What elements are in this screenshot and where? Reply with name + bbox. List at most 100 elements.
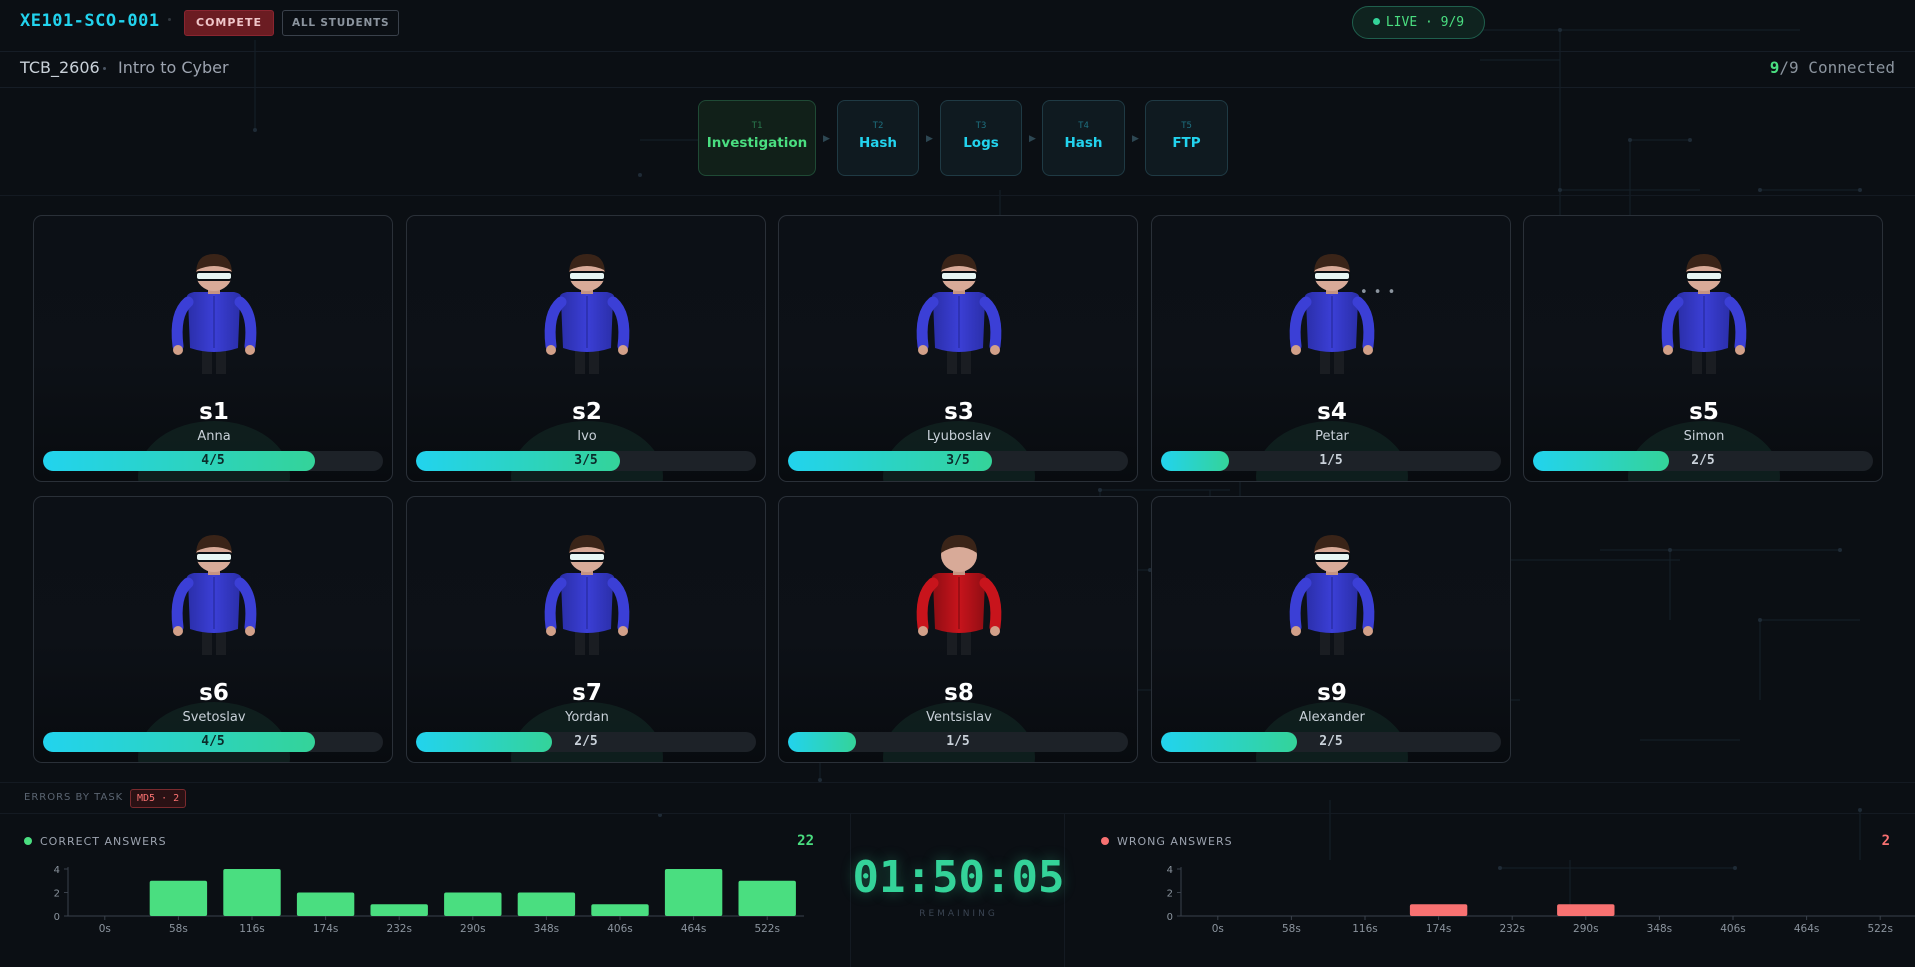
x-tick-label: 348s	[534, 923, 560, 935]
task-name: Investigation	[706, 135, 808, 151]
x-tick-label: 0s	[1212, 923, 1224, 935]
x-tick-label: 406s	[607, 923, 633, 935]
bar-406s	[591, 904, 649, 916]
progress-bar: 4/5	[43, 451, 383, 471]
x-tick-label: 348s	[1647, 923, 1673, 935]
x-tick-label: 522s	[1867, 923, 1893, 935]
progress-bar: 1/5	[788, 732, 1128, 752]
x-tick-label: 232s	[386, 923, 412, 935]
task-id: T3	[975, 121, 987, 131]
x-tick-label: 464s	[681, 923, 707, 935]
y-tick-label: 0	[54, 912, 60, 923]
task-id: T2	[872, 121, 884, 131]
student-id: s8	[944, 680, 974, 706]
student-id: s7	[572, 680, 602, 706]
x-tick-label: 174s	[1426, 923, 1452, 935]
correct-answers-panel: CORRECT ANSWERS 22 0 2 4 0s 58s 116s 174s 232s 2…	[0, 814, 850, 967]
task-t2[interactable]: T2 Hash	[837, 100, 919, 176]
bar-116s	[223, 869, 281, 916]
errors-by-task-row: ERRORS BY TASK MD5 · 2	[0, 782, 1915, 814]
x-tick-label: 290s	[1573, 923, 1599, 935]
live-dot-icon	[1372, 18, 1380, 25]
task-id: T5	[1181, 121, 1192, 131]
student-avatar	[171, 535, 257, 655]
task-t3[interactable]: T3 Logs	[940, 100, 1022, 176]
task-name: Logs	[963, 135, 999, 151]
task-id: T1	[751, 121, 763, 131]
separator-dot	[168, 18, 171, 21]
x-tick-label: 290s	[460, 923, 486, 935]
bar-464s	[664, 869, 723, 916]
progress-label: 4/5	[201, 734, 225, 749]
arrow-right-icon: ▶	[926, 134, 933, 144]
student-name: Anna	[197, 429, 231, 444]
bar-290s	[1557, 904, 1615, 916]
task-t1[interactable]: T1 Investigation	[698, 100, 816, 176]
student-card-s7[interactable]: s7 Yordan 2/5	[406, 496, 766, 763]
course-code: TCB_2606	[20, 58, 100, 77]
task-name: Hash	[858, 135, 898, 151]
student-card-s8[interactable]: s8 Ventsislav 1/5	[778, 496, 1138, 763]
student-card-s2[interactable]: s2 Ivo 3/5	[406, 215, 766, 482]
student-card-s9[interactable]: s9 Alexander 2/5	[1151, 496, 1511, 763]
student-avatar	[1289, 254, 1375, 374]
y-tick-label: 4	[1167, 865, 1173, 876]
student-id: s3	[944, 399, 974, 425]
session-code: XE101-SCO-001	[20, 11, 160, 31]
student-id: s6	[199, 680, 229, 706]
student-avatar	[1289, 535, 1375, 655]
all-students-button[interactable]: ALL STUDENTS	[282, 10, 400, 36]
x-tick-label: 58s	[169, 923, 188, 935]
live-status-badge: LIVE · 9/9	[1352, 6, 1485, 39]
bar-174s	[1409, 904, 1468, 916]
student-id: s2	[572, 399, 602, 425]
progress-bar: 3/5	[788, 451, 1128, 471]
student-id: s9	[1317, 680, 1347, 706]
bar-232s	[370, 904, 428, 916]
progress-bar: 2/5	[1533, 451, 1873, 471]
bar-174s	[296, 892, 355, 916]
task-t4[interactable]: T4 Hash	[1042, 100, 1125, 176]
y-tick-label: 0	[1167, 912, 1173, 923]
course-bar: TCB_2606 Intro to Cyber 9/9 Connected	[0, 52, 1915, 88]
student-name: Simon	[1683, 429, 1725, 444]
error-badge-md5[interactable]: MD5 · 2	[130, 789, 187, 808]
timer-panel: 01:50:05 REMAINING	[850, 814, 1065, 967]
student-avatar	[171, 254, 257, 374]
progress-bar: 1/5	[1161, 451, 1501, 471]
progress-label: 4/5	[201, 453, 225, 468]
student-card-s5[interactable]: s5 Simon 2/5	[1523, 215, 1883, 482]
wrong-answers-panel: WRONG ANSWERS 2 0 2 4 0s 58s 116s 174s 232s 290s…	[1065, 814, 1915, 967]
student-card-s4[interactable]: • • • s4 Petar 1/5	[1151, 215, 1511, 482]
compete-button[interactable]: COMPETE	[184, 10, 274, 36]
student-id: s1	[199, 399, 229, 425]
student-card-s6[interactable]: s6 Svetoslav 4/5	[33, 496, 393, 763]
x-tick-label: 0s	[99, 923, 111, 935]
progress-label: 2/5	[574, 734, 598, 749]
x-tick-label: 174s	[313, 923, 339, 935]
y-tick-label: 2	[54, 889, 60, 900]
connected-count: 9/9 Connected	[1770, 58, 1895, 77]
y-tick-label: 2	[1167, 889, 1173, 900]
typing-indicator-icon: • • •	[1360, 285, 1397, 300]
task-t5[interactable]: T5 FTP	[1145, 100, 1228, 176]
student-name: Ivo	[577, 429, 597, 444]
task-pipeline: T1 Investigation ▶ T2 Hash ▶ T3 Logs ▶ T…	[0, 88, 1915, 196]
student-card-s3[interactable]: s3 Lyuboslav 3/5	[778, 215, 1138, 482]
correct-answers-chart: 0 2 4 0s 58s 116s 174s 232s 290s 348s 406s 464s 522s	[54, 865, 804, 935]
x-tick-label: 116s	[1352, 923, 1378, 935]
arrow-right-icon: ▶	[1132, 134, 1139, 144]
student-name: Petar	[1315, 429, 1349, 444]
wrong-answers-chart: 0 2 4 0s 58s 116s 174s 232s 290s 348s 406s 464s 522s	[1167, 865, 1915, 935]
task-id: T4	[1078, 121, 1089, 131]
student-card-s1[interactable]: s1 Anna 4/5	[33, 215, 393, 482]
x-tick-label: 116s	[239, 923, 265, 935]
student-id: s4	[1317, 399, 1347, 425]
connected-number: 9	[1769, 58, 1780, 77]
countdown-timer: 01:50:05	[852, 852, 1065, 903]
course-name: Intro to Cyber	[118, 58, 229, 77]
student-id: s5	[1689, 399, 1719, 425]
progress-bar: 2/5	[1161, 732, 1501, 752]
student-avatar	[916, 254, 1002, 374]
student-avatar	[544, 254, 630, 374]
